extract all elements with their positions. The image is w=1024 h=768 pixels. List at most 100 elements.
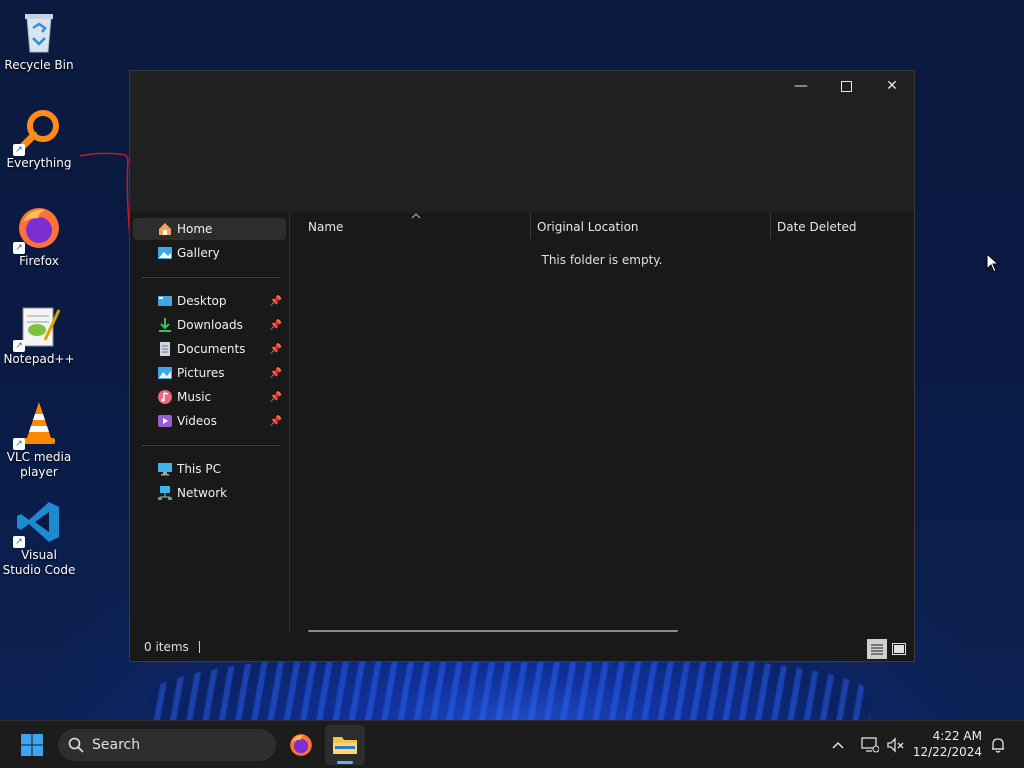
sidebar-item-network[interactable]: Network [133, 482, 286, 504]
sidebar-item-home[interactable]: Home [133, 218, 286, 240]
taskbar-search-box[interactable]: Search [58, 729, 276, 761]
sidebar-item-label: Pictures [177, 366, 225, 380]
everything-search-icon: ↗ [13, 106, 63, 156]
chevron-up-icon [832, 741, 844, 749]
status-separator [198, 641, 200, 653]
sidebar-item-this-pc[interactable]: This PC [133, 458, 286, 480]
documents-icon [157, 341, 173, 357]
taskbar: Search 4:22 AM 12/22/2024 [0, 720, 1024, 768]
navigation-pane: Home Gallery Desktop 📌 Downloads 📌 Docum… [130, 213, 290, 633]
shortcut-arrow-icon: ↗ [13, 144, 25, 156]
network-status-icon [861, 737, 879, 753]
volume-muted-button[interactable] [880, 725, 912, 765]
gallery-icon [157, 245, 173, 261]
maximize-button[interactable] [823, 71, 869, 101]
desktop-icon-vlc[interactable]: ↗ VLC media player [0, 400, 78, 480]
desktop-icon-label: Recycle Bin [4, 58, 74, 72]
music-icon [157, 389, 173, 405]
sidebar-divider [142, 445, 280, 446]
minimize-icon: — [794, 78, 808, 94]
sidebar-item-label: Documents [177, 342, 246, 356]
horizontal-scrollbar[interactable] [308, 630, 678, 632]
close-button[interactable]: ✕ [869, 71, 915, 101]
recycle-bin-icon [15, 8, 63, 56]
empty-folder-message: This folder is empty. [541, 253, 663, 267]
pictures-icon [157, 365, 173, 381]
sidebar-item-gallery[interactable]: Gallery [133, 242, 286, 264]
desktop-icon-vscode[interactable]: ↗ Visual Studio Code [0, 498, 78, 578]
videos-icon [157, 413, 173, 429]
sidebar-item-label: Desktop [177, 294, 227, 308]
shortcut-arrow-icon: ↗ [13, 340, 25, 352]
sidebar-item-label: Home [177, 222, 213, 236]
file-explorer-icon [333, 737, 357, 754]
start-button[interactable] [12, 725, 52, 765]
notifications-button[interactable] [984, 725, 1012, 765]
details-view-button[interactable] [867, 639, 887, 659]
active-app-indicator [337, 761, 353, 764]
bell-icon [992, 738, 1004, 753]
network-icon [157, 485, 173, 501]
desktop-icon-notepad-plus-plus[interactable]: ↗ Notepad++ [0, 302, 78, 367]
vscode-icon: ↗ [13, 498, 63, 548]
item-count: 0 items [144, 640, 189, 654]
sidebar-item-label: Videos [177, 414, 217, 428]
desktop-icon-recycle-bin[interactable]: Recycle Bin [0, 8, 78, 73]
shortcut-arrow-icon: ↗ [13, 536, 25, 548]
taskbar-file-explorer-button[interactable] [325, 725, 365, 765]
file-list-pane[interactable]: Name Original Location Date Deleted This… [290, 213, 914, 633]
desktop-icon-everything[interactable]: ↗ Everything [0, 106, 78, 171]
minimize-button[interactable]: — [778, 71, 824, 101]
pin-icon: 📌 [269, 319, 282, 331]
maximize-icon [840, 80, 852, 92]
downloads-icon [157, 317, 173, 333]
desktop-icon-label: Visual Studio Code [2, 548, 76, 577]
shortcut-arrow-icon: ↗ [13, 242, 25, 254]
column-header-label: Name [308, 220, 344, 234]
sidebar-divider [142, 277, 280, 278]
column-header-original-location[interactable]: Original Location [529, 213, 769, 241]
show-hidden-icons-button[interactable] [818, 725, 858, 765]
desktop-icon-label: Firefox [19, 254, 59, 268]
pin-icon: 📌 [269, 391, 282, 403]
windows-logo-icon [21, 734, 43, 756]
column-header-date-deleted[interactable]: Date Deleted [769, 213, 909, 241]
pin-icon: 📌 [269, 367, 282, 379]
sidebar-item-label: Gallery [177, 246, 220, 260]
firefox-icon [290, 734, 312, 756]
clock-date: 12/22/2024 [912, 745, 982, 759]
sidebar-item-label: Music [177, 390, 212, 404]
desktop-icon-label: Everything [6, 156, 72, 170]
this-pc-icon [157, 461, 173, 477]
sidebar-item-music[interactable]: Music 📌 [133, 386, 286, 408]
pin-icon: 📌 [269, 295, 282, 307]
sidebar-item-videos[interactable]: Videos 📌 [133, 410, 286, 432]
file-explorer-window[interactable]: — ✕ Home Gallery Desktop 📌 Downloads 📌 D… [129, 70, 915, 662]
sidebar-item-pictures[interactable]: Pictures 📌 [133, 362, 286, 384]
desktop-icon-label: Notepad++ [3, 352, 75, 366]
sidebar-item-label: Downloads [177, 318, 243, 332]
taskbar-clock[interactable]: 4:22 AM 12/22/2024 [913, 728, 982, 760]
pin-icon: 📌 [269, 415, 282, 427]
taskbar-firefox-button[interactable] [281, 725, 321, 765]
mouse-cursor-icon [986, 253, 1000, 273]
column-header-label: Original Location [537, 220, 639, 234]
sidebar-item-label: Network [177, 486, 228, 500]
vlc-cone-icon: ↗ [13, 400, 63, 450]
window-titlebar[interactable]: — ✕ [130, 71, 914, 213]
status-bar: 0 items [130, 633, 914, 661]
sidebar-item-desktop[interactable]: Desktop 📌 [133, 290, 286, 312]
desktop-folder-icon [157, 293, 173, 309]
firefox-icon: ↗ [13, 204, 63, 254]
shortcut-arrow-icon: ↗ [13, 438, 25, 450]
home-icon [157, 221, 173, 237]
large-icons-view-button[interactable] [889, 639, 909, 659]
sidebar-item-downloads[interactable]: Downloads 📌 [133, 314, 286, 336]
desktop-icon-firefox[interactable]: ↗ Firefox [0, 204, 78, 269]
sort-ascending-icon [411, 213, 421, 219]
search-label: Search [92, 737, 141, 753]
sidebar-item-documents[interactable]: Documents 📌 [133, 338, 286, 360]
volume-muted-icon [887, 737, 904, 753]
search-icon [68, 737, 84, 753]
clock-time: 4:22 AM [932, 729, 982, 743]
